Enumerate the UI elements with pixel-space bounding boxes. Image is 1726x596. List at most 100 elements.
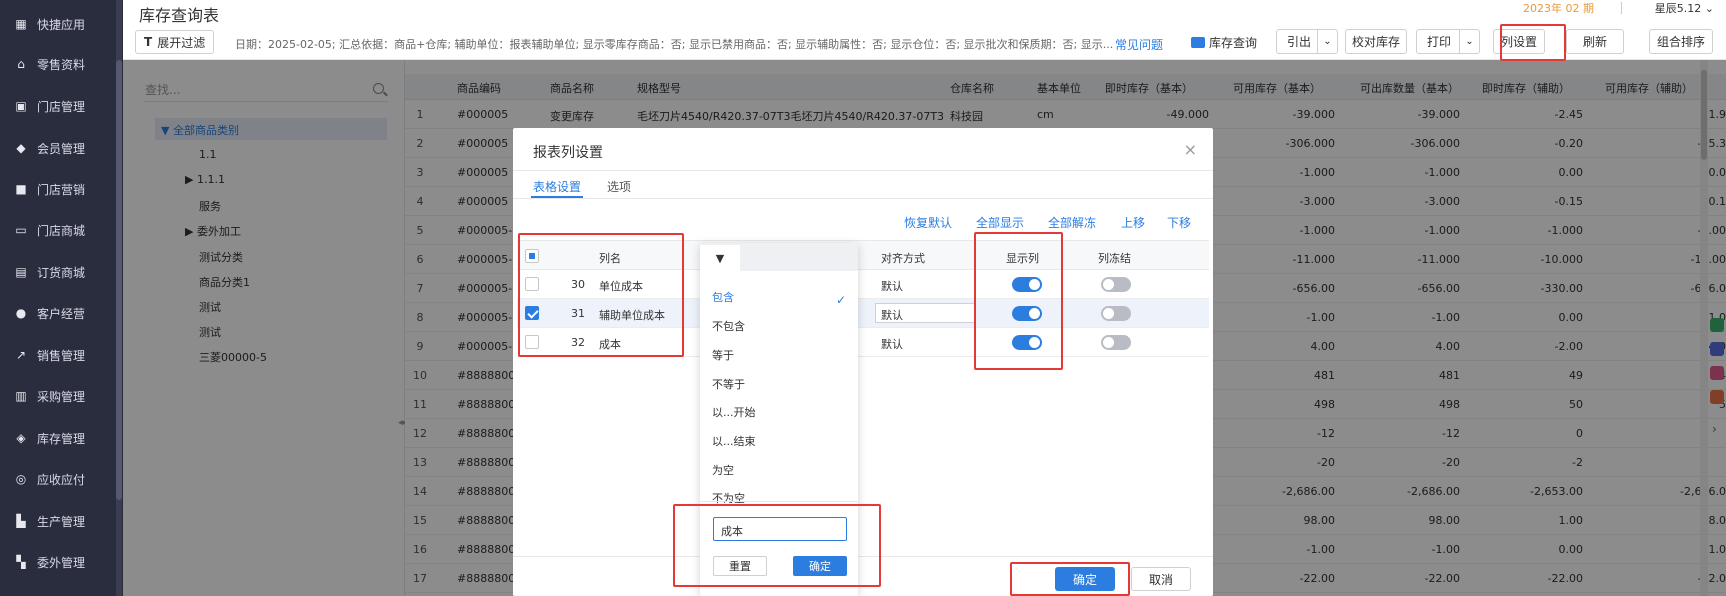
grid-icon: ▦ <box>15 17 27 31</box>
sidebar-item-store-mall[interactable]: ▭ 门店商城 <box>0 212 123 248</box>
tab-options[interactable]: 选项 <box>607 178 631 195</box>
move-up-link[interactable]: 上移 <box>1121 214 1145 231</box>
tab-table-settings[interactable]: 表格设置 <box>533 178 581 195</box>
sidebar-item-label: 订货商城 <box>37 265 86 280</box>
funnel-icon[interactable]: ▼ <box>700 245 740 271</box>
sidebar-item-label: 应收应付 <box>37 472 86 487</box>
diamond-icon: ◆ <box>16 141 26 155</box>
outsource-icon: ▚ <box>16 555 26 569</box>
filter-conditions: 日期：2025-02-05; 汇总依据：商品+仓库; 辅助单位：报表辅助单位; … <box>235 38 1114 51</box>
align-value[interactable]: 默认 <box>881 278 903 294</box>
move-down-link[interactable]: 下移 <box>1167 214 1191 231</box>
check-stock-button[interactable]: 校对库存 <box>1345 29 1407 54</box>
show-all-link[interactable]: 全部显示 <box>976 214 1024 231</box>
check-stock-label: 校对库存 <box>1351 35 1400 49</box>
print-label: 打印 <box>1427 35 1452 49</box>
dialog-divider <box>513 170 1213 171</box>
chart-icon: ↗ <box>15 348 27 362</box>
faq-link[interactable]: 常见问题 <box>1115 36 1163 53</box>
group-sort-button[interactable]: 组合排序 <box>1649 29 1713 54</box>
funnel-icon: T <box>144 35 153 49</box>
inventory-query-link[interactable]: 库存查询 <box>1191 34 1257 51</box>
filter-option-not-equals[interactable]: 不等于 <box>712 376 745 392</box>
refresh-label: 刷新 <box>1582 35 1607 49</box>
sidebar-item-store-marketing[interactable]: ■ 门店营销 <box>0 171 123 207</box>
cart-bag-icon: ▤ <box>15 265 27 279</box>
highlight-filter-input <box>673 504 881 587</box>
sidebar-item-label: 快捷应用 <box>37 17 86 32</box>
group-sort-label: 组合排序 <box>1656 35 1705 49</box>
chevron-down-icon[interactable]: ⌄ <box>1317 30 1337 53</box>
sidebar-item-quick-apps[interactable]: ▦ 快捷应用 <box>0 6 123 42</box>
sidebar-item-label: 库存管理 <box>37 431 86 446</box>
sidebar-item-receivables[interactable]: ◎ 应收应付 <box>0 461 123 497</box>
sidebar-item-label: 生产管理 <box>37 514 86 529</box>
sidebar-item-production[interactable]: ▙ 生产管理 <box>0 503 123 539</box>
close-icon[interactable]: × <box>1184 140 1197 159</box>
restore-default-link[interactable]: 恢复默认 <box>904 214 952 231</box>
sidebar-item-outsource[interactable]: ▚ 委外管理 <box>0 544 123 580</box>
sidebar-item-label: 委外管理 <box>37 555 86 570</box>
filter-option-contains[interactable]: 包含 <box>712 289 734 305</box>
col-header-align: 对齐方式 <box>881 252 925 265</box>
filter-tab-bar: ▼ <box>700 243 858 271</box>
page-header: 库存查询表 2023年 02 期 星辰5.12 ⌄ T 展开过滤 日期：2025-… <box>123 0 1726 60</box>
highlight-show-column <box>974 232 1063 370</box>
scrollbar-thumb[interactable] <box>116 60 122 500</box>
print-button[interactable]: 打印 ⌄ <box>1416 29 1480 54</box>
sidebar-item-label: 客户经营 <box>37 306 86 321</box>
sidebar-item-inventory[interactable]: ◈ 库存管理 <box>0 420 123 456</box>
sidebar-item-member-mgmt[interactable]: ◆ 会员管理 <box>0 130 123 166</box>
sidebar-item-label: 门店商城 <box>37 223 86 238</box>
cube-icon: ◈ <box>16 431 26 445</box>
sidebar-item-label: 销售管理 <box>37 348 86 363</box>
align-value[interactable]: 默认 <box>881 336 903 352</box>
check-icon: ✓ <box>835 293 846 307</box>
version-menu[interactable]: 星辰5.12 ⌄ <box>1655 0 1714 16</box>
app-root: ▦ 快捷应用 ⌂ 零售资料 ▣ 门店管理 ◆ 会员管理 ■ 门店营销 ▭ 门店商城 ▤ 订货商… <box>0 0 1726 596</box>
version-label: 星辰5.12 <box>1654 2 1702 15</box>
sidebar-item-customer[interactable]: ● 客户经营 <box>0 295 123 331</box>
bag-icon: ■ <box>15 182 27 196</box>
basket-icon: ⌂ <box>17 57 25 71</box>
sidebar-scrollbar[interactable] <box>116 0 122 596</box>
cart-icon: ▥ <box>15 389 27 403</box>
sidebar-item-order-mall[interactable]: ▤ 订货商城 <box>0 254 123 290</box>
chevron-down-icon[interactable]: ⌄ <box>1459 30 1479 53</box>
freeze-column-toggle[interactable] <box>1101 277 1131 292</box>
dialog-title: 报表列设置 <box>533 145 603 161</box>
filter-option-starts-with[interactable]: 以...开始 <box>712 404 756 420</box>
factory-icon: ▙ <box>16 514 26 528</box>
highlight-ok-button <box>1010 562 1130 596</box>
align-value[interactable]: 默认 <box>881 307 903 323</box>
inventory-query-label: 库存查询 <box>1209 36 1258 50</box>
expand-filter-button[interactable]: T 展开过滤 <box>135 30 215 54</box>
store-icon: ▣ <box>15 99 27 113</box>
sidebar-item-retail-data[interactable]: ⌂ 零售资料 <box>0 46 123 82</box>
sidebar-item-sales[interactable]: ↗ 销售管理 <box>0 337 123 373</box>
sidebar-item-label: 零售资料 <box>37 57 86 72</box>
freeze-column-toggle[interactable] <box>1101 335 1131 350</box>
user-icon: ● <box>15 306 27 320</box>
highlight-column-list <box>518 233 684 357</box>
sidebar-item-store-mgmt[interactable]: ▣ 门店管理 <box>0 88 123 124</box>
period-label: 2023年 02 期 <box>1523 2 1594 15</box>
sidebar-item-purchase[interactable]: ▥ 采购管理 <box>0 378 123 414</box>
freeze-column-toggle[interactable] <box>1101 306 1131 321</box>
sidebar-item-label: 门店管理 <box>37 99 86 114</box>
chevron-down-icon: ⌄ <box>1704 2 1714 15</box>
filter-option-equals[interactable]: 等于 <box>712 347 734 363</box>
filter-option-not-contains[interactable]: 不包含 <box>712 318 745 334</box>
filter-option-ends-with[interactable]: 以...结束 <box>712 433 756 449</box>
export-button[interactable]: 引出 ⌄ <box>1276 29 1338 54</box>
header-divider <box>1621 2 1622 14</box>
unfreeze-all-link[interactable]: 全部解冻 <box>1048 214 1096 231</box>
page-title: 库存查询表 <box>139 6 220 25</box>
refresh-button[interactable]: 刷新 <box>1566 29 1624 54</box>
video-icon <box>1191 37 1205 48</box>
dialog-cancel-button[interactable]: 取消 <box>1131 567 1191 591</box>
coin-icon: ◎ <box>15 472 27 486</box>
expand-filter-label: 展开过滤 <box>157 35 206 50</box>
highlight-column-settings <box>1500 24 1566 61</box>
filter-option-empty[interactable]: 为空 <box>712 462 734 478</box>
